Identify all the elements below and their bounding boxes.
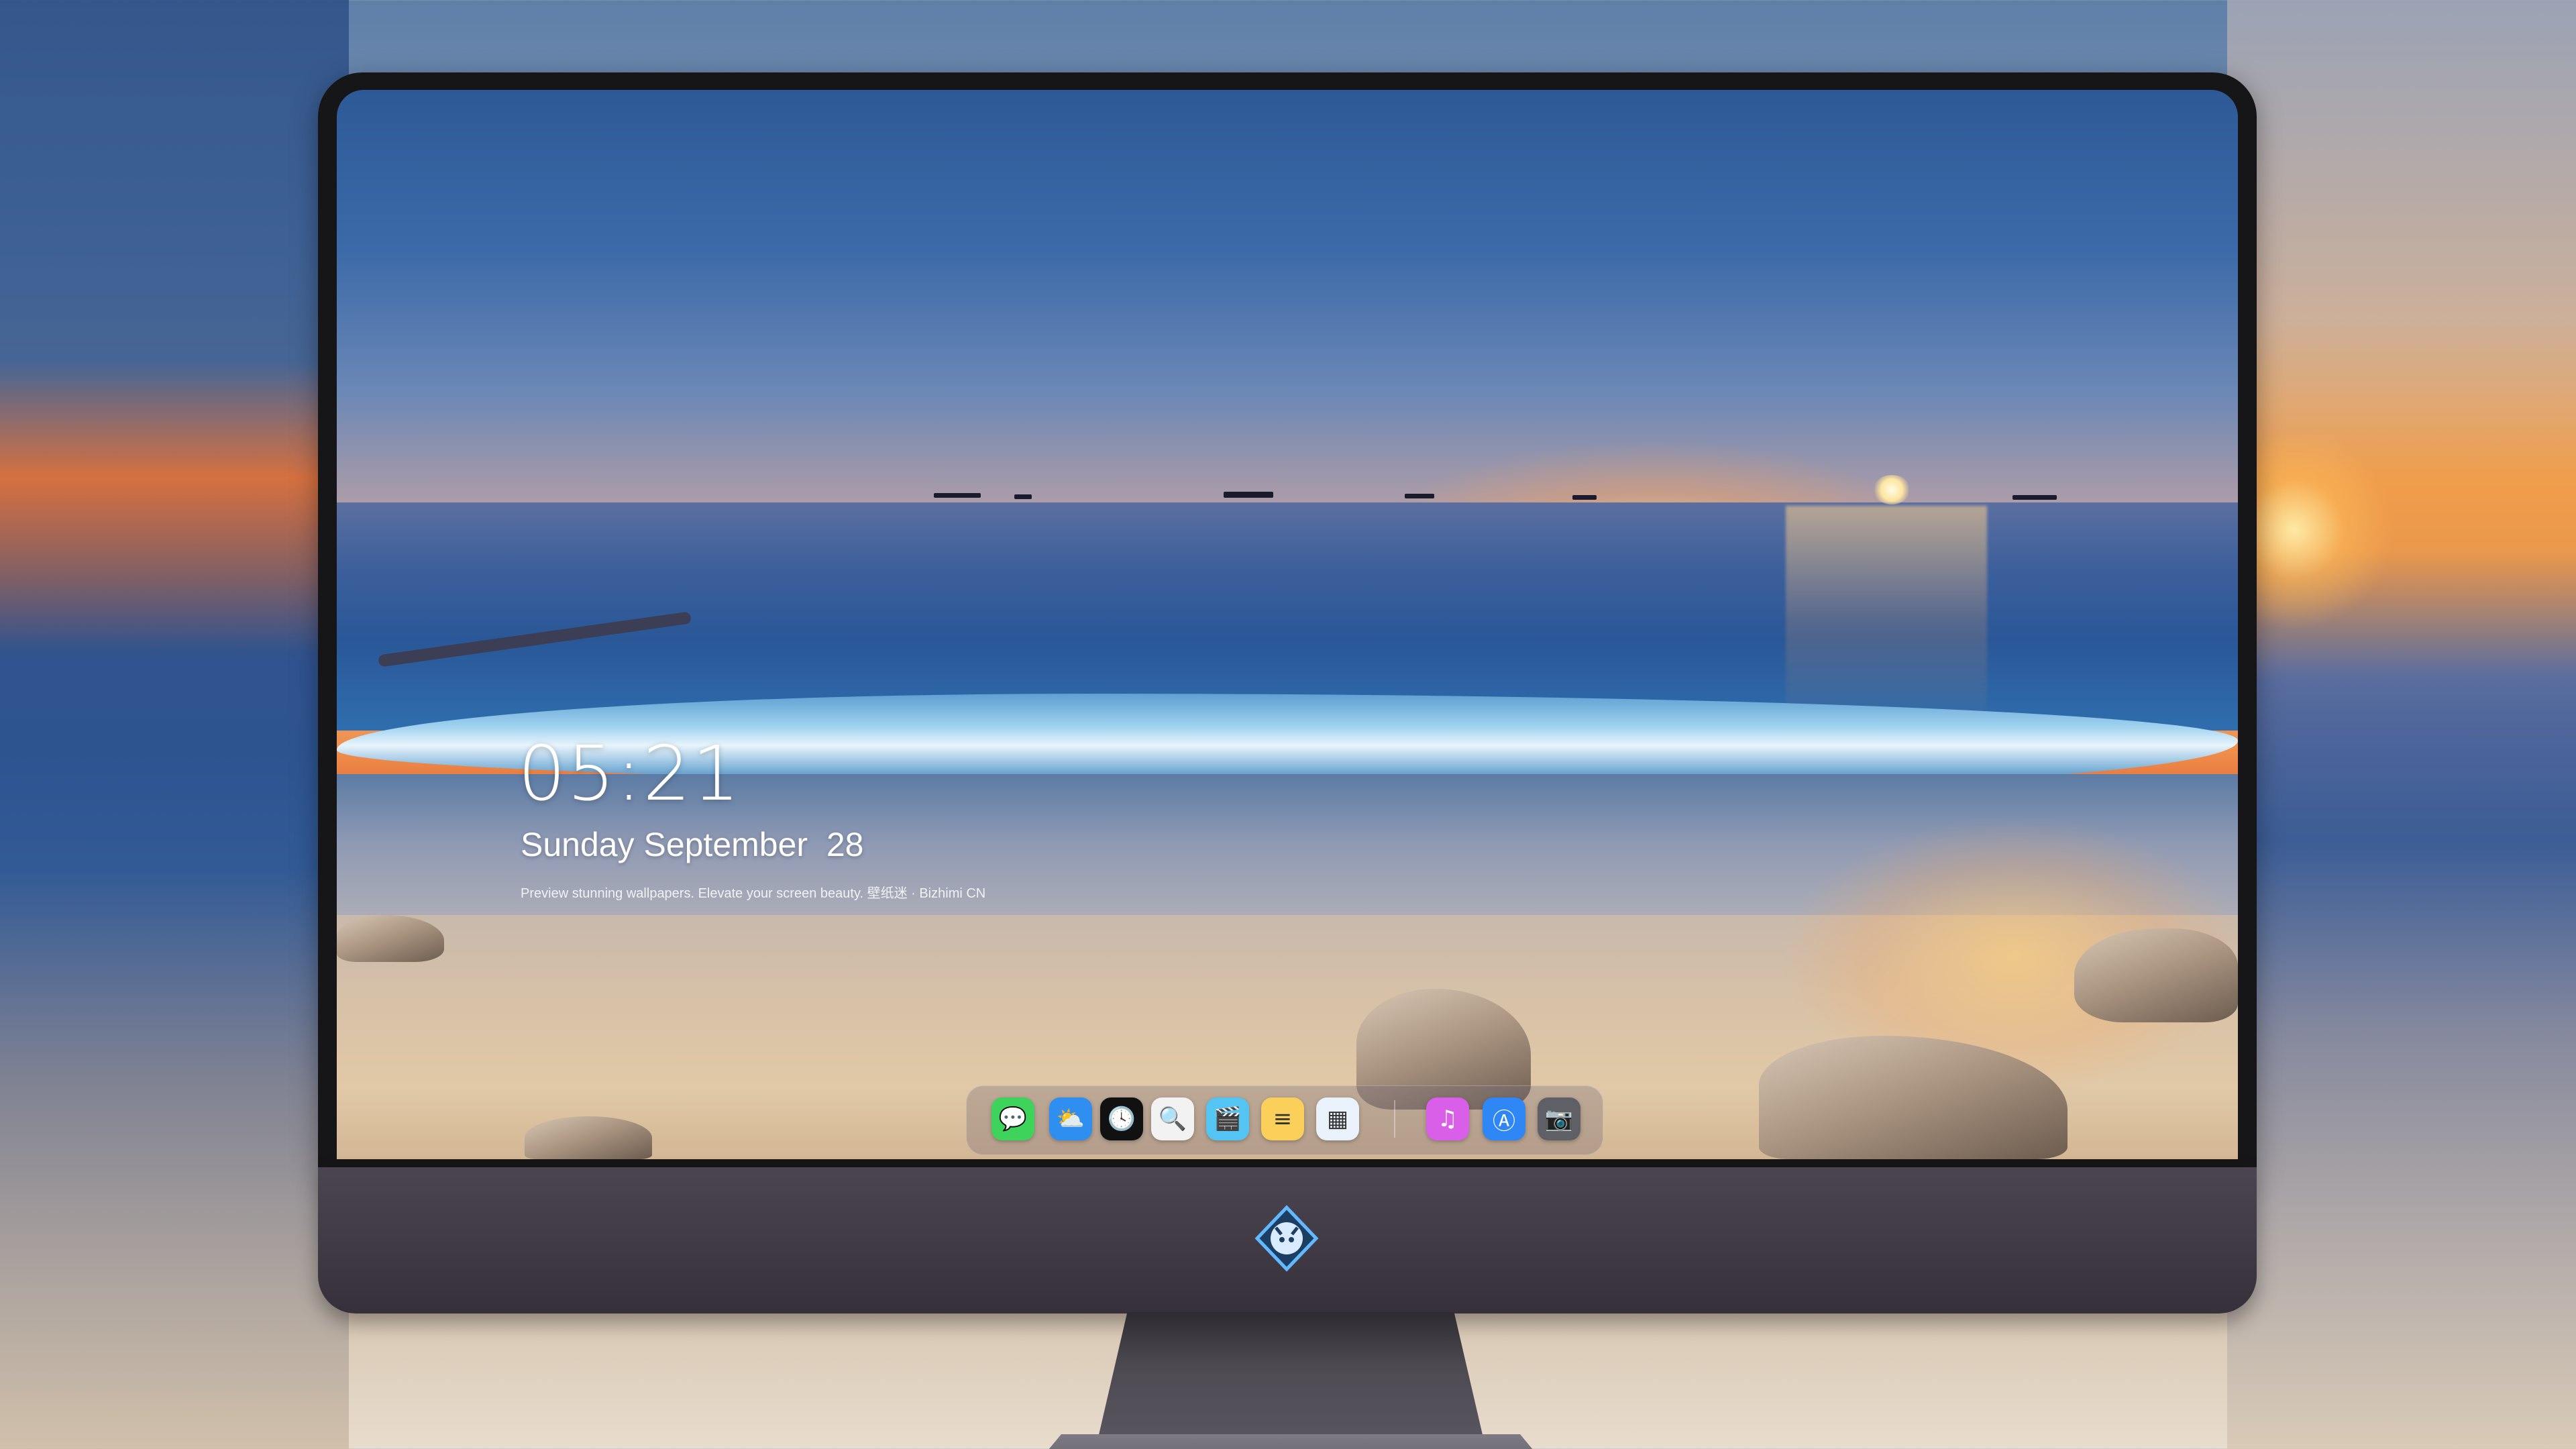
background-blur-left [0,0,349,1449]
wallpaper-tagline[interactable]: Preview stunning wallpapers. Elevate you… [521,887,985,900]
photo-grid-icon[interactable]: ▦ [1316,1097,1359,1140]
clock-icon[interactable]: 🕓 [1100,1097,1143,1140]
rock [2074,928,2238,1022]
messages-icon[interactable]: 💬 [991,1097,1034,1140]
sun [1873,475,1911,504]
lockscreen-date: Sunday September 28 [521,826,864,863]
background-blur-right [2227,0,2576,1449]
desktop-screen[interactable] [337,90,2238,1159]
ship [934,493,981,498]
ship [1405,494,1434,498]
ship [1014,494,1032,499]
ship [2012,495,2057,500]
weather-icon[interactable]: ⛅ [1049,1097,1092,1140]
ship [1224,492,1273,498]
camera-icon[interactable]: 📷 [1538,1097,1580,1140]
monitor-stand-neck [1096,1312,1485,1446]
rock [525,1116,652,1159]
app-store-icon[interactable]: Ⓐ [1483,1097,1525,1140]
dock-separator [1394,1100,1395,1138]
preview-icon[interactable]: 🔍 [1151,1097,1194,1140]
clips-icon[interactable]: 🎬 [1206,1097,1249,1140]
ship [1572,495,1597,500]
sun-reflection [1786,506,1987,734]
brand-logo-icon [1254,1205,1319,1272]
lockscreen-time: 05:21 [518,731,741,818]
music-icon[interactable]: ♫ [1426,1097,1469,1140]
monitor-stand-base [989,1434,1593,1449]
notes-icon[interactable]: ≡ [1261,1097,1304,1140]
